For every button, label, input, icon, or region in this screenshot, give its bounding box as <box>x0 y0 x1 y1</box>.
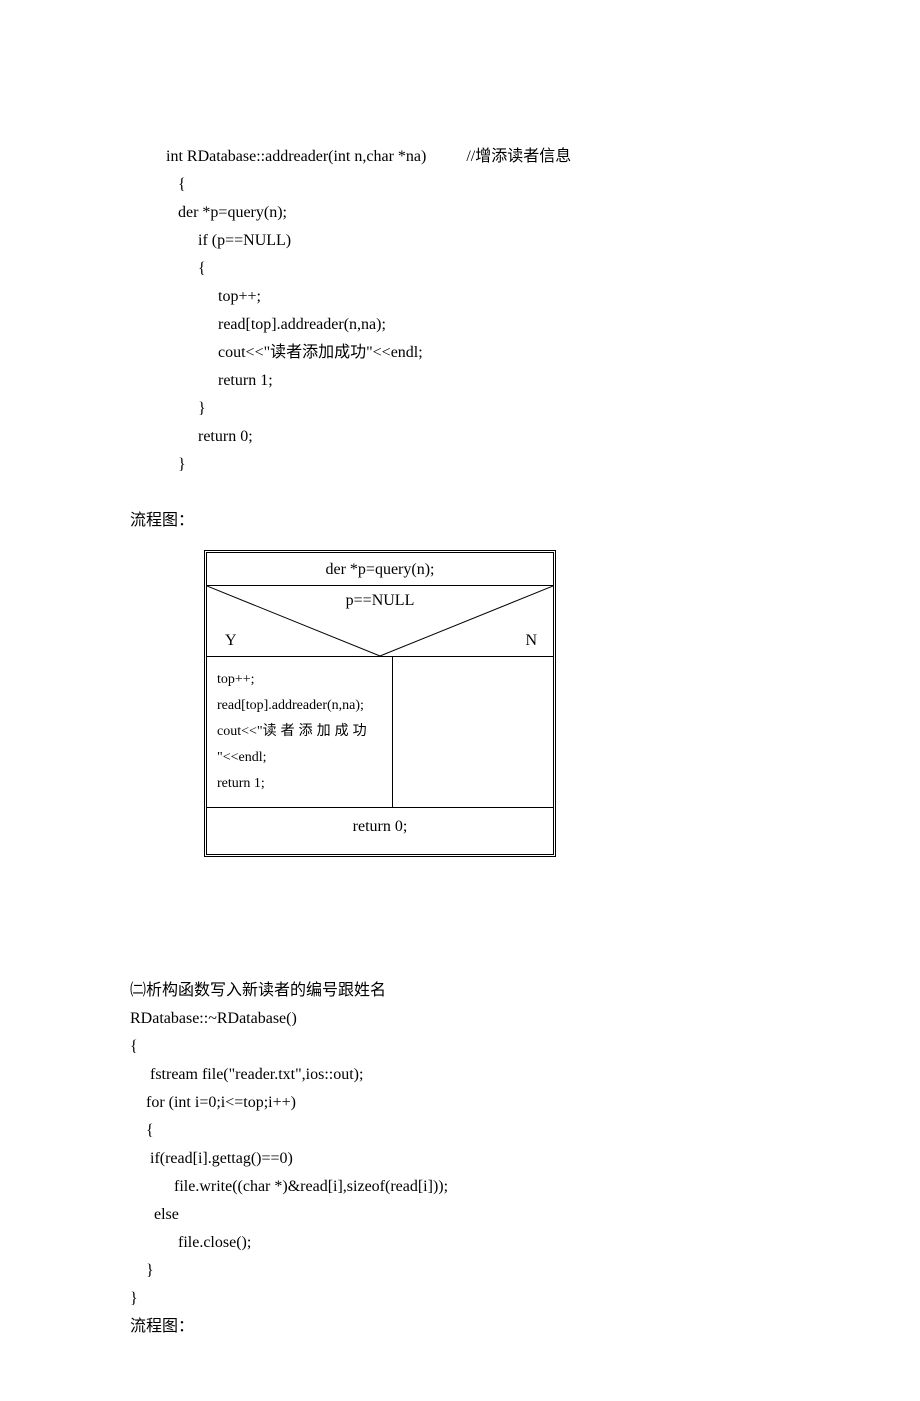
code-line: read[top].addreader(n,na); <box>162 316 386 333</box>
code-line: { <box>162 176 186 193</box>
flow-step: read[top].addreader(n,na); <box>217 693 384 719</box>
code-line: int RDatabase::addreader(int n,char *na)… <box>162 148 571 165</box>
code-line: } <box>130 1262 154 1279</box>
code-line: top++; <box>162 288 261 305</box>
code-line: fstream file("reader.txt",ios::out); <box>130 1066 363 1083</box>
flow-step: top++; <box>217 667 384 693</box>
code-line: if(read[i].gettag()==0) <box>130 1150 293 1167</box>
flow-no-label: N <box>525 632 537 650</box>
code-line: for (int i=0;i<=top;i++) <box>130 1094 296 1111</box>
code-line: file.write((char *)&read[i],sizeof(read[… <box>130 1178 448 1195</box>
code-line: { <box>130 1038 138 1055</box>
code-line: } <box>130 1290 138 1307</box>
code-line: if (p==NULL) <box>162 232 291 249</box>
flow-yes-label: Y <box>225 632 237 650</box>
flow-no-branch <box>393 657 553 806</box>
code-line: file.close(); <box>130 1234 251 1251</box>
flow-yes-branch: top++; read[top].addreader(n,na); cout<<… <box>207 657 393 806</box>
code-line: der *p=query(n); <box>162 204 287 221</box>
flowchart-label: 流程图： <box>130 507 790 534</box>
code-line: else <box>130 1206 179 1223</box>
code-block-destructor: ㈡析构函数写入新读者的编号跟姓名 RDatabase::~RDatabase()… <box>130 949 790 1341</box>
section-title: ㈡析构函数写入新读者的编号跟姓名 <box>130 982 386 999</box>
code-line: RDatabase::~RDatabase() <box>130 1010 297 1027</box>
code-block-addreader: int RDatabase::addreader(int n,char *na)… <box>162 115 790 479</box>
code-line: cout<<"读者添加成功"<<endl; <box>162 344 423 361</box>
flow-step: "<<endl; <box>217 745 384 771</box>
flow-step: return 1; <box>217 771 384 797</box>
code-line: return 1; <box>162 372 273 389</box>
code-line: } <box>162 400 206 417</box>
document-page: int RDatabase::addreader(int n,char *na)… <box>0 0 920 1401</box>
code-line: { <box>162 260 206 277</box>
flow-init: der *p=query(n); <box>207 553 553 586</box>
flow-decision: p==NULL Y N <box>207 586 553 657</box>
code-line: return 0; <box>162 428 253 445</box>
flow-return: return 0; <box>207 808 553 854</box>
flow-step: cout<<"读者添加成功 <box>217 719 384 745</box>
flowchart-label: 流程图： <box>130 1318 194 1335</box>
code-line: { <box>130 1122 154 1139</box>
flowchart-addreader: der *p=query(n); p==NULL Y N top++; read… <box>204 550 556 856</box>
code-line: } <box>162 456 186 473</box>
flow-condition: p==NULL <box>207 592 553 610</box>
flow-branches: top++; read[top].addreader(n,na); cout<<… <box>207 657 553 807</box>
